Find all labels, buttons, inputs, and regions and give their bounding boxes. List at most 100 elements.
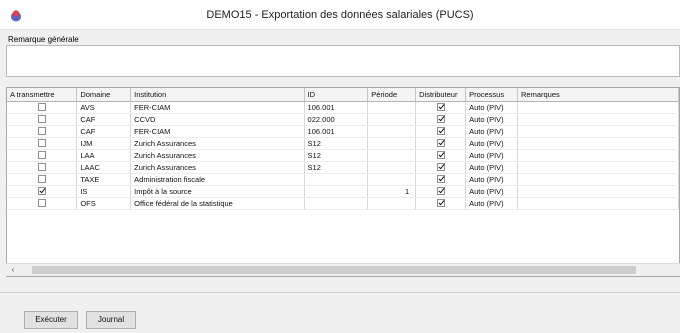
period-cell[interactable] [367, 137, 417, 150]
remarks-cell[interactable] [517, 137, 679, 150]
window-title: DEMO15 - Exportation des données salaria… [206, 9, 474, 21]
process-cell[interactable]: Auto (PIV) [465, 149, 518, 162]
transmit-checkbox[interactable] [37, 102, 46, 111]
domain-cell[interactable]: CAF [76, 113, 132, 126]
id-cell[interactable]: S12 [304, 161, 369, 174]
remarks-cell[interactable] [517, 125, 679, 138]
period-cell[interactable]: 1 [367, 185, 417, 198]
transmit-checkbox[interactable] [37, 114, 46, 123]
transmit-checkbox[interactable] [37, 150, 46, 159]
column-header[interactable]: Domaine [76, 88, 132, 102]
process-cell[interactable]: Auto (PIV) [465, 125, 518, 138]
table-row[interactable]: IJM Zurich Assurances S12 Auto (PIV) [7, 137, 679, 150]
distributor-checkbox[interactable] [436, 138, 445, 147]
period-cell[interactable] [367, 125, 417, 138]
id-cell[interactable] [304, 197, 369, 210]
domain-cell[interactable]: LAA [76, 149, 132, 162]
id-cell[interactable]: 106.001 [304, 101, 369, 114]
column-header[interactable]: ID [304, 88, 369, 102]
domain-cell[interactable]: IJM [76, 137, 132, 150]
domain-cell[interactable]: CAF [76, 125, 132, 138]
institution-cell[interactable]: FER-CIAM [130, 101, 305, 114]
process-cell[interactable]: Auto (PIV) [465, 197, 518, 210]
distributor-checkbox[interactable] [436, 162, 445, 171]
distributor-checkbox-cell [415, 113, 467, 126]
remarks-cell[interactable] [517, 161, 679, 174]
chevron-left-icon[interactable]: ‹ [6, 264, 20, 276]
horizontal-scrollbar[interactable]: ‹ [6, 263, 680, 276]
institution-cell[interactable]: CCVD [130, 113, 305, 126]
table-row[interactable]: CAF FER-CIAM 106.001 Auto (PIV) [7, 125, 679, 138]
period-cell[interactable] [367, 161, 417, 174]
column-header[interactable]: Processus [465, 88, 518, 102]
column-header[interactable]: Distributeur [415, 88, 467, 102]
domain-cell[interactable]: TAXE [76, 173, 132, 186]
table-row[interactable]: CAF CCVD 022.000 Auto (PIV) [7, 113, 679, 126]
period-cell[interactable] [367, 197, 417, 210]
process-cell[interactable]: Auto (PIV) [465, 161, 518, 174]
remarks-cell[interactable] [517, 173, 679, 186]
institution-cell[interactable]: Office fédéral de la statistique [130, 197, 305, 210]
table-row[interactable]: OFS Office fédéral de la statistique Auto … [7, 197, 679, 210]
distributor-checkbox[interactable] [436, 114, 445, 123]
distributor-checkbox[interactable] [436, 102, 445, 111]
distributor-checkbox[interactable] [436, 174, 445, 183]
institution-cell[interactable]: Zurich Assurances [130, 149, 305, 162]
domain-cell[interactable]: IS [76, 185, 132, 198]
column-header[interactable]: Remarques [517, 88, 679, 102]
column-header[interactable]: Institution [130, 88, 305, 102]
process-cell[interactable]: Auto (PIV) [465, 101, 518, 114]
transmit-checkbox[interactable] [37, 138, 46, 147]
transmit-checkbox-cell [7, 173, 78, 186]
remarks-cell[interactable] [517, 113, 679, 126]
transmit-checkbox[interactable] [37, 174, 46, 183]
institution-cell[interactable]: FER-CIAM [130, 125, 305, 138]
id-cell[interactable]: 106.001 [304, 125, 369, 138]
distributor-checkbox[interactable] [436, 186, 445, 195]
process-cell[interactable]: Auto (PIV) [465, 113, 518, 126]
table-row[interactable]: LAAC Zurich Assurances S12 Auto (PIV) [7, 161, 679, 174]
remarks-cell[interactable] [517, 197, 679, 210]
remark-textarea[interactable] [6, 45, 680, 77]
process-cell[interactable]: Auto (PIV) [465, 173, 518, 186]
distributor-checkbox[interactable] [436, 126, 445, 135]
domain-cell[interactable]: OFS [76, 197, 132, 210]
column-header[interactable]: A transmettre [7, 88, 78, 102]
execute-button[interactable]: Exécuter [24, 311, 78, 329]
process-cell[interactable]: Auto (PIV) [465, 137, 518, 150]
id-cell[interactable] [304, 173, 369, 186]
id-cell[interactable] [304, 185, 369, 198]
remarks-cell[interactable] [517, 101, 679, 114]
id-cell[interactable]: 022.000 [304, 113, 369, 126]
journal-button[interactable]: Journal [86, 311, 136, 329]
domain-cell[interactable]: LAAC [76, 161, 132, 174]
table-row[interactable]: IS Impôt à la source 1 Auto (PIV) [7, 185, 679, 198]
institution-cell[interactable]: Administration fiscale [130, 173, 305, 186]
column-header[interactable]: Période [367, 88, 417, 102]
remarks-cell[interactable] [517, 149, 679, 162]
period-cell[interactable] [367, 173, 417, 186]
distributor-checkbox[interactable] [436, 198, 445, 207]
distributor-checkbox-cell [415, 161, 467, 174]
institution-cell[interactable]: Zurich Assurances [130, 137, 305, 150]
period-cell[interactable] [367, 101, 417, 114]
institutions-grid: A transmettre Domaine Institution ID Pér… [6, 87, 680, 277]
domain-cell[interactable]: AVS [76, 101, 132, 114]
remarks-cell[interactable] [517, 185, 679, 198]
process-cell[interactable]: Auto (PIV) [465, 185, 518, 198]
transmit-checkbox[interactable] [37, 126, 46, 135]
table-row[interactable]: AVS FER-CIAM 106.001 Auto (PIV) [7, 101, 679, 114]
institution-cell[interactable]: Impôt à la source [130, 185, 305, 198]
distributor-checkbox[interactable] [436, 150, 445, 159]
table-row[interactable]: TAXE Administration fiscale Auto (PIV) [7, 173, 679, 186]
id-cell[interactable]: S12 [304, 137, 369, 150]
period-cell[interactable] [367, 113, 417, 126]
id-cell[interactable]: S12 [304, 149, 369, 162]
table-row[interactable]: LAA Zurich Assurances S12 Auto (PIV) [7, 149, 679, 162]
scroll-thumb[interactable] [32, 266, 636, 274]
period-cell[interactable] [367, 149, 417, 162]
transmit-checkbox[interactable] [37, 198, 46, 207]
institution-cell[interactable]: Zurich Assurances [130, 161, 305, 174]
transmit-checkbox[interactable] [37, 162, 46, 171]
transmit-checkbox[interactable] [37, 186, 46, 195]
